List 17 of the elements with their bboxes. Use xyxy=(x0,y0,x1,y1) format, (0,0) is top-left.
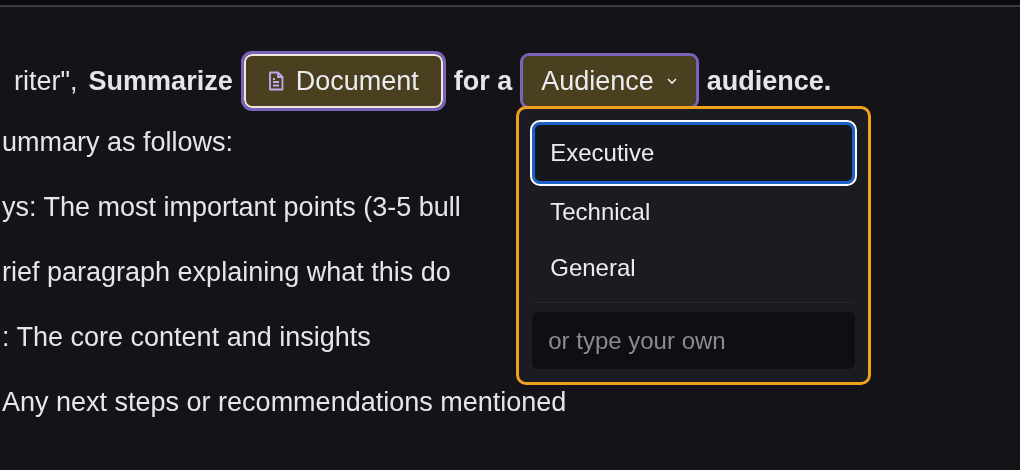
prompt-text: riter", xyxy=(14,64,78,98)
prompt-text: rief paragraph explaining what this do xyxy=(2,256,451,290)
prompt-text: : The core content and insights xyxy=(2,321,371,355)
audience-dropdown[interactable]: Audience xyxy=(523,56,696,106)
prompt-text: Summarize xyxy=(88,64,233,98)
menu-option[interactable]: General xyxy=(532,240,856,296)
prompt-text: ys: The most important points (3-5 bull xyxy=(2,191,461,225)
prompt-text: Any next steps or recommendations mentioned xyxy=(2,386,567,420)
prompt-text: audience. xyxy=(706,64,832,98)
document-chip[interactable]: Document xyxy=(243,54,443,108)
prompt-text: for a xyxy=(453,64,513,98)
menu-option[interactable]: Technical xyxy=(532,184,856,240)
custom-input-field[interactable]: or type your own xyxy=(532,312,856,369)
menu-option[interactable]: Executive xyxy=(532,122,856,184)
document-icon xyxy=(267,71,284,91)
prompt-text: ummary as follows: xyxy=(2,126,234,160)
chevron-down-icon xyxy=(665,77,678,85)
